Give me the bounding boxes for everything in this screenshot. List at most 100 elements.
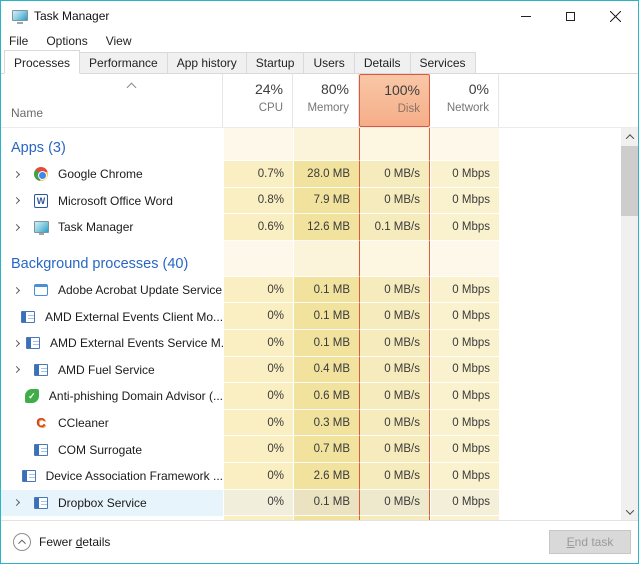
menu-bar: File Options View xyxy=(1,31,638,50)
process-row[interactable]: AMD External Events Service M... 0% 0.1 MB… xyxy=(1,329,638,357)
section-header[interactable]: Apps (3) xyxy=(1,128,638,161)
cpu-value-cell: 0% xyxy=(223,329,293,357)
process-icon-box xyxy=(25,335,41,351)
end-task-button[interactable]: End task xyxy=(549,530,631,554)
process-name-cell: AMD Fuel Service xyxy=(1,356,223,384)
process-name-cell: Adobe Acrobat Update Service xyxy=(1,276,223,304)
task-manager-icon xyxy=(33,221,49,236)
menu-view[interactable]: View xyxy=(97,34,141,48)
cpu-value-cell: 0.6% xyxy=(223,214,293,241)
tab-processes[interactable]: Processes xyxy=(4,50,81,74)
service-window-icon xyxy=(21,470,36,483)
process-table: Name 24% CPU 80% Memory 100% Disk 0% Net… xyxy=(1,74,638,520)
process-name: AMD External Events Client Mo... xyxy=(45,309,224,324)
process-name: Device Association Framework ... xyxy=(45,469,223,484)
memory-value-cell: 0.1 MB xyxy=(293,303,359,330)
tab-details[interactable]: Details xyxy=(353,52,411,73)
task-manager-window: Task Manager File Options View Processes… xyxy=(0,0,639,564)
process-icon-box xyxy=(33,219,49,236)
process-list: Apps (3) Google Chrome 0.7% 28.0 MB 0 MB/s 0 … xyxy=(1,128,638,520)
minimize-button[interactable] xyxy=(503,1,548,31)
maximize-button[interactable] xyxy=(548,1,593,31)
column-header-memory[interactable]: 80% Memory xyxy=(293,74,359,127)
process-row[interactable]: COM Surrogate 0% 0.7 MB 0 MB/s 0 Mbps xyxy=(1,436,638,463)
chevron-right-icon xyxy=(12,499,21,507)
process-name: Dropbox Service xyxy=(58,495,147,510)
column-header-disk[interactable]: 100% Disk xyxy=(359,74,430,127)
process-row[interactable]: ✓ Anti-phishing Domain Advisor (... 0% 0.6 … xyxy=(1,383,638,410)
expand-chevron[interactable] xyxy=(12,197,27,205)
memory-value-cell: 0.4 MB xyxy=(293,356,359,384)
scrollbar-thumb[interactable] xyxy=(621,146,638,216)
process-row[interactable]: Adobe Acrobat Update Service 0% 0.1 MB 0 MB… xyxy=(1,276,638,304)
section-title-label: Background processes (40) xyxy=(11,255,189,272)
maximize-icon xyxy=(566,11,575,21)
process-name: Anti-phishing Domain Advisor (... xyxy=(48,389,223,404)
service-window-icon xyxy=(34,496,48,509)
tab-startup[interactable]: Startup xyxy=(245,52,305,73)
window-controls xyxy=(503,1,638,31)
scroll-down-button[interactable] xyxy=(621,503,638,520)
process-name-cell: Task Manager xyxy=(1,214,223,241)
process-row[interactable]: Dropbox Service 0% 0.1 MB 0 MB/s 0 Mbps xyxy=(1,489,638,517)
section-title: Apps (3) xyxy=(1,128,223,161)
cpu-value-cell: 0% xyxy=(223,276,293,304)
expand-chevron[interactable] xyxy=(12,170,27,178)
word-icon: W xyxy=(34,193,48,208)
expand-chevron[interactable] xyxy=(12,286,27,294)
title-bar: Task Manager xyxy=(1,1,638,31)
cpu-value-cell: 0.7% xyxy=(223,161,293,188)
section-header[interactable]: Background processes (40) xyxy=(1,240,638,277)
process-row[interactable]: AMD External Events Client Mo... 0% 0.1 MB… xyxy=(1,303,638,330)
tab-performance[interactable]: Performance xyxy=(79,52,168,73)
chevron-up-icon xyxy=(126,82,137,93)
process-name-cell: C CCleaner xyxy=(1,409,223,437)
process-name-cell: AMD External Events Service M... xyxy=(1,329,231,357)
menu-options[interactable]: Options xyxy=(37,34,96,48)
scroll-up-button[interactable] xyxy=(621,128,638,145)
tab-users[interactable]: Users xyxy=(303,52,355,73)
column-header-name[interactable]: Name xyxy=(1,74,223,127)
window-title: Task Manager xyxy=(34,9,110,23)
column-header-cpu[interactable]: 24% CPU xyxy=(223,74,293,127)
expand-chevron[interactable] xyxy=(12,499,27,507)
disk-value-cell: 0 MB/s xyxy=(359,462,430,490)
process-row[interactable]: W Microsoft Office Word 0.8% 7.9 MB 0 MB/s 0 … xyxy=(1,187,638,215)
cpu-value-cell: 0% xyxy=(223,356,293,384)
expand-chevron[interactable] xyxy=(12,223,27,232)
service-window-icon xyxy=(21,310,35,323)
network-value-cell: 0 Mbps xyxy=(430,303,499,330)
footer-bar: Fewer details End task xyxy=(1,520,638,563)
process-icon-box xyxy=(20,309,36,325)
process-name: Google Chrome xyxy=(58,167,143,182)
process-row[interactable]: C CCleaner 0% 0.3 MB 0 MB/s 0 Mbps xyxy=(1,409,638,437)
memory-value-cell: 12.6 MB xyxy=(293,214,359,241)
disk-value-cell: 0 MB/s xyxy=(359,409,430,437)
expand-chevron[interactable] xyxy=(12,366,27,374)
expand-chevron[interactable] xyxy=(12,339,21,347)
process-row[interactable]: Device Association Framework ... 0% 2.6 MB… xyxy=(1,462,638,490)
process-name: Task Manager xyxy=(58,220,134,235)
chevron-right-icon xyxy=(12,366,21,374)
memory-value-cell: 2.6 MB xyxy=(293,462,359,490)
chevron-right-icon xyxy=(12,170,21,178)
fewer-details-toggle[interactable]: Fewer details xyxy=(13,533,110,551)
memory-value-cell: 0.1 MB xyxy=(293,329,359,357)
tab-services[interactable]: Services xyxy=(409,52,476,73)
vertical-scrollbar[interactable] xyxy=(621,128,638,520)
adobe-updater-icon xyxy=(34,284,48,297)
close-button[interactable] xyxy=(593,1,638,31)
column-header-network[interactable]: 0% Network xyxy=(430,74,499,127)
process-row[interactable]: Task Manager 0.6% 12.6 MB 0.1 MB/s 0 Mbps xyxy=(1,214,638,241)
network-value-cell: 0 Mbps xyxy=(430,383,499,410)
heatmap-cell xyxy=(359,128,430,161)
menu-file[interactable]: File xyxy=(9,34,37,48)
process-name-cell: ✓ Anti-phishing Domain Advisor (... xyxy=(1,383,223,410)
section-title: Background processes (40) xyxy=(1,240,223,277)
process-row[interactable]: Google Chrome 0.7% 28.0 MB 0 MB/s 0 Mbps xyxy=(1,161,638,188)
process-name-cell: COM Surrogate xyxy=(1,436,223,463)
tab-app-history[interactable]: App history xyxy=(166,52,247,73)
process-row[interactable]: AMD Fuel Service 0% 0.4 MB 0 MB/s 0 Mbps xyxy=(1,356,638,384)
process-name: CCleaner xyxy=(58,416,109,431)
chevron-up-icon xyxy=(625,133,634,143)
